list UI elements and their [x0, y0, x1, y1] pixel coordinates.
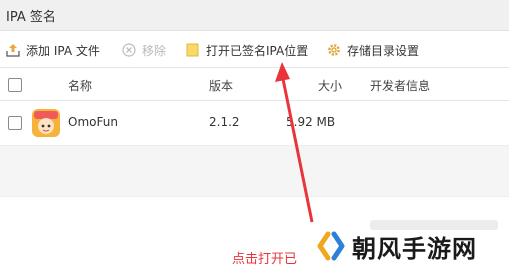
table-header: 名称 版本 大小 开发者信息 [0, 70, 509, 101]
column-version[interactable]: 版本 [209, 77, 233, 94]
watermark-logo-icon [317, 231, 345, 261]
remove-icon [122, 43, 136, 57]
storage-settings-label: 存储目录设置 [347, 43, 420, 58]
list-empty-area [0, 145, 509, 197]
row-checkbox[interactable] [8, 116, 22, 130]
app-name: OmoFun [68, 115, 118, 129]
column-developer[interactable]: 开发者信息 [370, 77, 430, 94]
remove-label: 移除 [142, 43, 167, 58]
watermark-text: 朝风手游网 [352, 234, 477, 263]
column-name[interactable]: 名称 [68, 77, 92, 94]
open-signed-location-button[interactable]: 打开已签名IPA位置 [186, 41, 308, 59]
select-all-checkbox[interactable] [8, 78, 22, 92]
remove-button[interactable]: 移除 [122, 41, 166, 59]
open-signed-location-label: 打开已签名IPA位置 [206, 43, 309, 58]
folder-icon [186, 43, 200, 57]
column-size[interactable]: 大小 [318, 77, 342, 94]
app-icon [32, 109, 60, 137]
annotation-text: 点击打开已 [232, 252, 298, 267]
window-title: IPA 签名 [6, 10, 56, 25]
watermark: 朝风手游网 [316, 224, 506, 268]
add-ipa-button[interactable]: 添加 IPA 文件 [6, 41, 100, 59]
gear-icon [327, 43, 341, 57]
add-ipa-label: 添加 IPA 文件 [26, 43, 100, 58]
title-bar: IPA 签名 [0, 0, 509, 31]
toolbar: 添加 IPA 文件 移除 打开已签名IPA位置 存储目录设置 [0, 31, 509, 68]
upload-icon [6, 43, 20, 57]
app-size: 5.92 MB [286, 115, 336, 129]
storage-settings-button[interactable]: 存储目录设置 [327, 41, 419, 59]
table-row[interactable]: OmoFun 2.1.2 5.92 MB [0, 102, 509, 230]
app-version: 2.1.2 [209, 115, 240, 129]
